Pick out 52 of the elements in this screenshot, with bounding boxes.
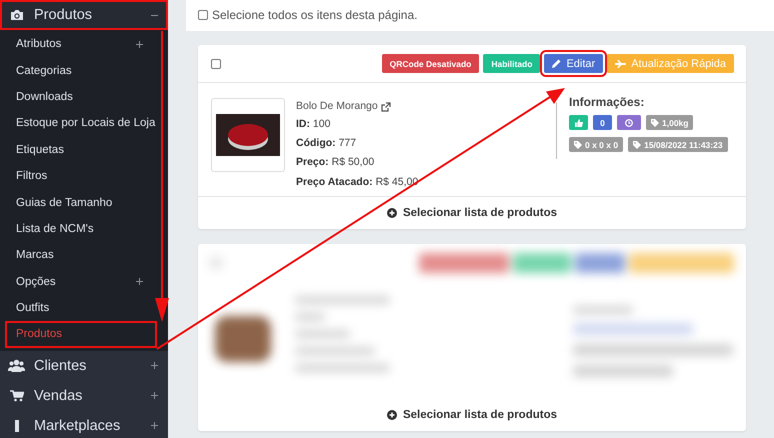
photo-placeholder: [216, 114, 280, 156]
product-detail: Código: 777: [296, 136, 358, 152]
sidebar-submenu-item[interactable]: Filtros: [0, 162, 153, 190]
sidebar-submenu-item[interactable]: Opções: [0, 268, 153, 295]
count-badge: 0: [593, 115, 612, 130]
status-label: Habilitado: [483, 54, 540, 73]
checkbox[interactable]: [211, 58, 221, 68]
plane-icon: [615, 60, 626, 68]
sidebar-menu-item[interactable]: Marketplaces: [0, 410, 168, 438]
plus-icon: [136, 278, 143, 286]
plus-icon: [136, 40, 143, 48]
edit-button[interactable]: Editar: [544, 54, 604, 73]
sidebar-menu-item[interactable]: Vendas: [0, 380, 168, 411]
sidebar-submenu-item[interactable]: Atributos: [0, 31, 153, 58]
tag-icon: [633, 140, 642, 148]
select-all-label: Selecione todos os itens desta página.: [212, 8, 418, 22]
sidebar-menu-item[interactable]: Produtos: [0, 0, 168, 30]
sidebar-menu-item[interactable]: Clientes: [0, 350, 168, 381]
external-link-icon: [380, 102, 391, 112]
product-detail: Preço: R$ 50,00: [296, 155, 376, 170]
sidebar-submenu-item[interactable]: Lista de NCM's: [0, 216, 153, 242]
status-label: QRCode Desativado: [382, 54, 480, 73]
info-title: Informações:: [569, 95, 646, 109]
sidebar-submenu-item[interactable]: Outfits: [0, 294, 153, 322]
tag-icon: [574, 140, 582, 148]
plus-icon: [151, 362, 158, 370]
camera-icon: [10, 9, 24, 21]
cart-icon: [10, 390, 24, 402]
thumbs-up-icon: [574, 118, 582, 126]
plus-circle-icon: [386, 208, 397, 218]
sidebar-submenu-item[interactable]: Categorias: [0, 57, 153, 84]
sidebar-submenu-item[interactable]: Marcas: [0, 242, 153, 269]
sidebar-submenu-item[interactable]: Produtos: [5, 321, 157, 348]
product-name-link[interactable]: Bolo De Morango: [296, 98, 378, 116]
select-product-list-link[interactable]: Selecionar lista de produtos: [402, 409, 557, 421]
tag-badge: 1,00kg: [646, 115, 694, 130]
pencil-icon: [552, 59, 562, 68]
users-icon: [8, 359, 25, 372]
sidebar-submenu-item[interactable]: Etiquetas: [0, 136, 153, 163]
tag-badge: 15/08/2022 11:43:23: [628, 137, 728, 152]
tag-badge: 0 x 0 x 0: [569, 137, 624, 152]
clock-icon: [625, 118, 633, 126]
tag-icon: [651, 118, 659, 126]
select-product-list-link[interactable]: Selecionar lista de produtos: [402, 207, 557, 219]
sidebar-submenu-item[interactable]: Estoque por Locais de Loja: [0, 110, 153, 137]
sidebar-submenu-item[interactable]: Guias de Tamanho: [0, 189, 153, 216]
plus-icon: [151, 392, 158, 400]
sidebar-submenu-item[interactable]: Downloads: [0, 84, 153, 110]
checkbox[interactable]: [198, 10, 208, 20]
plus-circle-icon: [386, 410, 397, 420]
product-detail: ID: 100: [296, 116, 332, 132]
plus-icon: [151, 422, 158, 430]
